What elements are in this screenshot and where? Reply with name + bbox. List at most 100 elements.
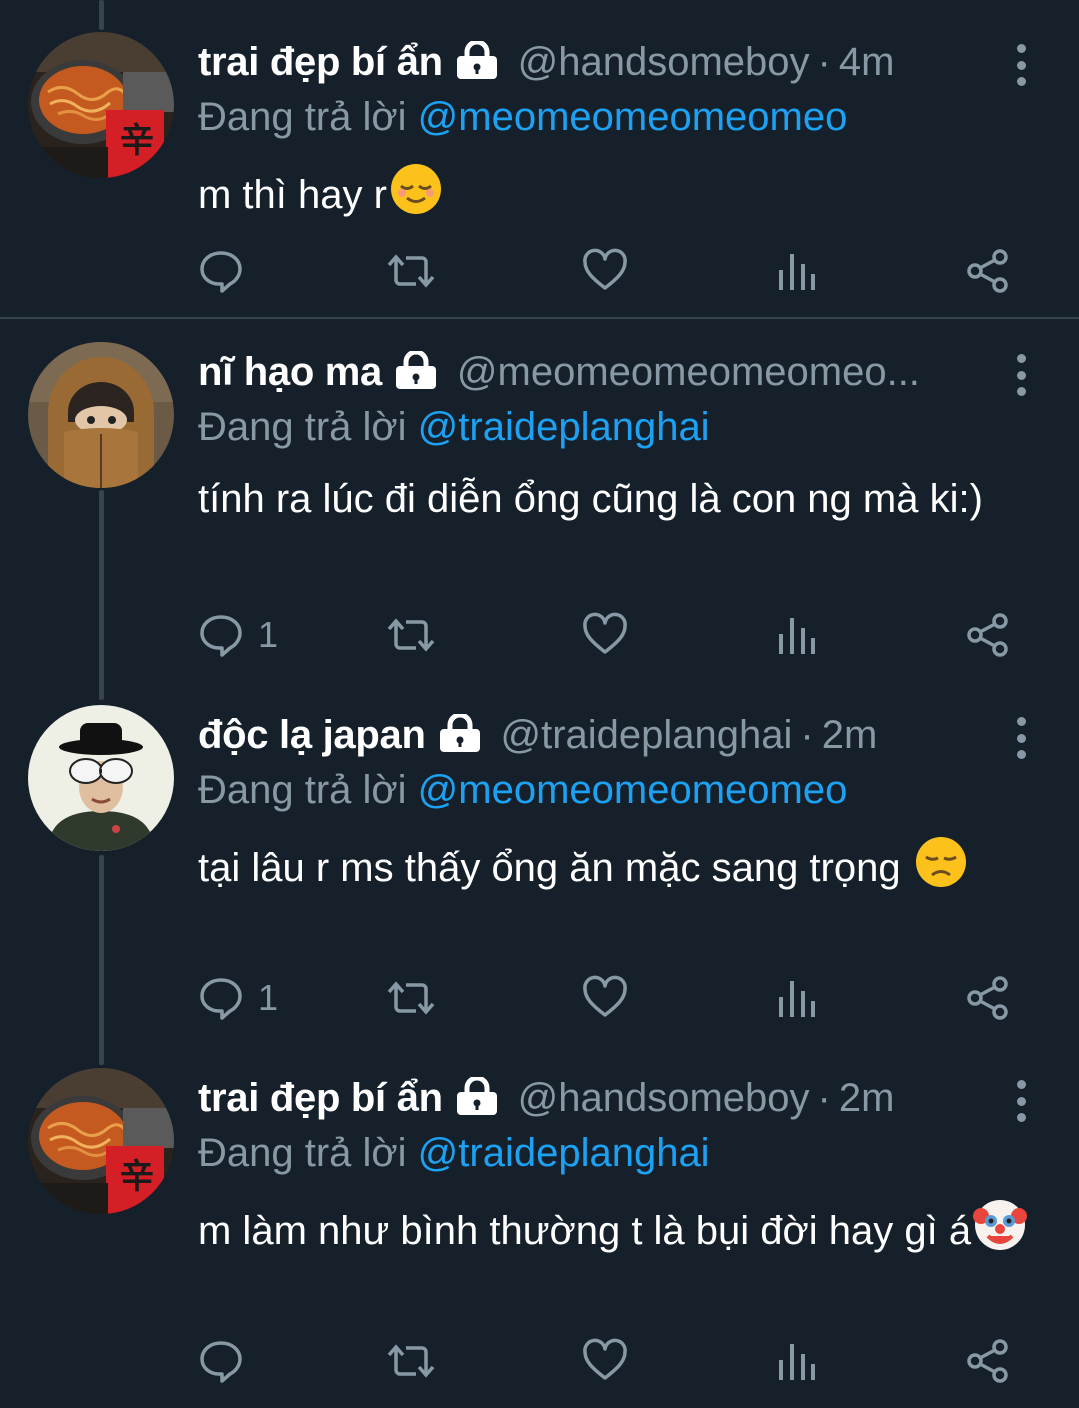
mention-link[interactable]: @traideplanghai <box>418 1131 710 1175</box>
replying-prefix: Đang trả lời <box>198 1131 418 1175</box>
reply-button[interactable]: 1 <box>198 610 278 660</box>
tweet-header: độc lạ japan @traideplanghai · 2m <box>198 713 989 769</box>
analytics-button[interactable] <box>776 610 816 660</box>
tweet-header: nĩ hạo ma @meomeomeomeomeo... <box>198 350 989 406</box>
separator-dot: · <box>800 713 814 757</box>
tweet-text: m làm như bình thường t là bụi đời hay g… <box>198 1198 1028 1266</box>
clown-face-emoji-icon <box>973 1198 1028 1266</box>
relieved-face-emoji-icon <box>389 162 443 230</box>
share-icon <box>967 1339 1008 1383</box>
more-vertical-icon[interactable] <box>1004 350 1038 400</box>
display-name[interactable]: nĩ hạo ma <box>198 350 382 394</box>
mention-link[interactable]: @traideplanghai <box>418 405 710 449</box>
like-button[interactable] <box>582 610 628 660</box>
replying-prefix: Đang trả lời <box>198 95 418 139</box>
reply-button[interactable] <box>198 1336 258 1386</box>
tweet-3[interactable]: độc lạ japan @traideplanghai · 2m Đang trả… <box>0 683 1079 1043</box>
ramen-pot-avatar: 辛 <box>28 1068 174 1214</box>
retweet-icon <box>387 618 435 652</box>
heart-icon <box>583 612 627 654</box>
analytics-icon <box>779 1344 815 1380</box>
tweet-text: tính ra lúc đi diễn ổng cũng là con ng m… <box>198 472 1028 526</box>
retweet-icon <box>387 981 435 1015</box>
tweet-header: trai đẹp bí ẩn @handsomeboy · 4m <box>198 40 989 96</box>
share-button[interactable] <box>966 973 1010 1023</box>
separator-dot: · <box>817 1076 831 1120</box>
avatar[interactable] <box>28 705 174 851</box>
retweet-button[interactable] <box>386 246 436 296</box>
share-button[interactable] <box>966 610 1010 660</box>
share-button[interactable] <box>966 1336 1010 1386</box>
tweet-text-content: tính ra lúc đi diễn ổng cũng là con ng m… <box>198 477 983 521</box>
share-button[interactable] <box>966 246 1010 296</box>
like-button[interactable] <box>582 1336 628 1386</box>
tweet-2[interactable]: nĩ hạo ma @meomeomeomeomeo... Đang trả l… <box>0 320 1079 680</box>
retweet-icon <box>387 1344 435 1378</box>
retweet-button[interactable] <box>386 610 436 660</box>
avatar[interactable]: 辛 <box>28 1068 174 1214</box>
timestamp[interactable]: 2m <box>839 1076 895 1120</box>
timestamp[interactable]: 4m <box>839 40 895 84</box>
user-handle[interactable]: @handsomeboy <box>518 1076 810 1120</box>
more-vertical-icon[interactable] <box>1004 713 1038 763</box>
tweet-text: m thì hay r <box>198 162 1028 230</box>
tweet-text: tại lâu r ms thấy ổng ăn mặc sang trọng <box>198 835 1028 903</box>
like-button[interactable] <box>582 246 628 296</box>
share-icon <box>967 249 1008 293</box>
tweet-header: trai đẹp bí ẩn @handsomeboy · 2m <box>198 1076 989 1132</box>
analytics-button[interactable] <box>776 1336 816 1386</box>
replying-prefix: Đang trả lời <box>198 768 418 812</box>
user-handle[interactable]: @traideplanghai <box>500 713 792 757</box>
more-vertical-icon[interactable] <box>1004 1076 1038 1126</box>
lock-icon <box>438 713 482 757</box>
analytics-icon <box>779 618 815 654</box>
analytics-button[interactable] <box>776 973 816 1023</box>
separator-dot: · <box>817 40 831 84</box>
analytics-button[interactable] <box>776 246 816 296</box>
tweet-divider <box>0 317 1079 319</box>
avatar[interactable]: 辛 <box>28 32 174 178</box>
retweet-button[interactable] <box>386 1336 436 1386</box>
more-vertical-icon[interactable] <box>1004 40 1038 90</box>
share-icon <box>967 613 1008 657</box>
replying-to-line: Đang trả lời @traideplanghai <box>198 405 710 450</box>
lock-icon <box>394 350 438 394</box>
replying-to-line: Đang trả lời @meomeomeomeomeo <box>198 768 847 813</box>
reply-icon <box>200 251 242 293</box>
retweet-icon <box>387 254 435 288</box>
display-name[interactable]: độc lạ japan <box>198 713 426 757</box>
lock-icon <box>455 40 499 84</box>
display-name[interactable]: trai đẹp bí ẩn <box>198 1076 443 1120</box>
tweet-actions: 1 <box>198 973 1028 1023</box>
retweet-button[interactable] <box>386 973 436 1023</box>
avatar[interactable] <box>28 342 174 488</box>
user-handle[interactable]: @handsomeboy <box>518 40 810 84</box>
like-button[interactable] <box>582 973 628 1023</box>
reply-count: 1 <box>258 977 279 1018</box>
heart-icon <box>583 248 627 290</box>
tweet-4[interactable]: 辛 trai đẹp bí ẩn @handsomeboy · 2m Đang tr… <box>0 1046 1079 1408</box>
reply-icon <box>200 978 242 1020</box>
reply-button[interactable]: 1 <box>198 973 278 1023</box>
reply-button[interactable] <box>198 246 258 296</box>
mention-link[interactable]: @meomeomeomeomeo <box>418 95 848 139</box>
tweet-text-content: m thì hay r <box>198 173 387 217</box>
tweet-text-content: m làm như bình thường t là bụi đời hay g… <box>198 1209 972 1253</box>
share-icon <box>967 976 1008 1020</box>
replying-to-line: Đang trả lời @meomeomeomeomeo <box>198 95 847 140</box>
replying-to-line: Đang trả lời @traideplanghai <box>198 1131 710 1176</box>
display-name[interactable]: trai đẹp bí ẩn <box>198 40 443 84</box>
user-handle[interactable]: @meomeomeomeomeo... <box>457 350 920 394</box>
tweet-actions <box>198 1336 1028 1386</box>
timestamp[interactable]: 2m <box>822 713 878 757</box>
tweet-actions: 1 <box>198 610 1028 660</box>
analytics-icon <box>779 254 815 290</box>
svg-text:辛: 辛 <box>120 1157 154 1197</box>
heart-icon <box>583 975 627 1017</box>
svg-text:辛: 辛 <box>120 121 154 161</box>
tweet-text-content: tại lâu r ms thấy ổng ăn mặc sang trọng <box>198 846 901 890</box>
mention-link[interactable]: @meomeomeomeomeo <box>418 768 848 812</box>
tweet-1[interactable]: 辛 trai đẹp bí ẩn @handsomeboy · 4m Đang tr… <box>0 0 1079 318</box>
hooded-person-avatar <box>28 342 174 488</box>
hat-sunglasses-person-avatar <box>28 705 174 851</box>
